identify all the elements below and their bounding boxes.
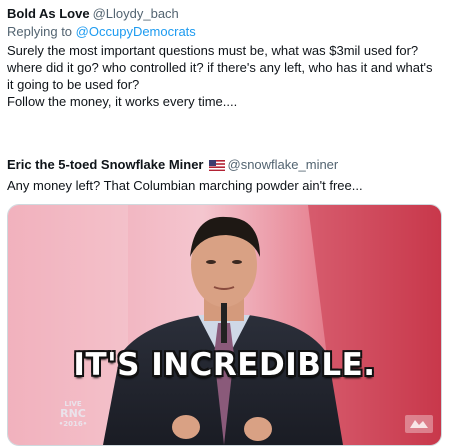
badge-line: RNC (60, 407, 86, 420)
replying-to-link[interactable]: @OccupyDemocrats (76, 24, 196, 39)
display-name[interactable]: Bold As Love (7, 6, 90, 21)
replying-to-label: Replying to (7, 24, 73, 39)
us-flag-icon (208, 159, 225, 175)
tweet-text-line: it going to be used for? (7, 77, 140, 92)
tweet-text: Surely the most important questions must… (7, 42, 433, 110)
reply-tweet[interactable]: Bold As Love @Lloydy_bach Replying to @Oc… (0, 0, 450, 150)
user-handle[interactable]: @Lloydy_bach (93, 6, 179, 21)
replying-to: Replying to @OccupyDemocrats (7, 24, 196, 40)
gif-media[interactable]: IT'S INCREDIBLE. LIVE RNC •2016• (7, 204, 442, 446)
rnc-badge: LIVE RNC •2016• (56, 400, 90, 428)
gif-watermark-logo (405, 415, 433, 438)
tweet-text-line: Follow the money, it works every time...… (7, 94, 238, 109)
tweet-text-line: where did it go? who controlled it? if t… (7, 60, 433, 75)
tweet-text-line: Surely the most important questions must… (7, 43, 419, 58)
tweet-header: Eric the 5-toed Snowflake Miner @snowfla… (7, 157, 338, 175)
badge-line: •2016• (58, 420, 88, 428)
tweet-text: Any money left? That Columbian marching … (7, 177, 363, 194)
tweet-header: Bold As Love @Lloydy_bach (7, 6, 179, 22)
user-handle[interactable]: @snowflake_miner (228, 157, 339, 172)
gif-caption: IT'S INCREDIBLE. (73, 347, 376, 383)
display-name[interactable]: Eric the 5-toed Snowflake Miner (7, 157, 204, 172)
tweet-text-line: Any money left? That Columbian marching … (7, 178, 363, 193)
reply-tweet[interactable]: Eric the 5-toed Snowflake Miner @snowfla… (0, 150, 450, 448)
